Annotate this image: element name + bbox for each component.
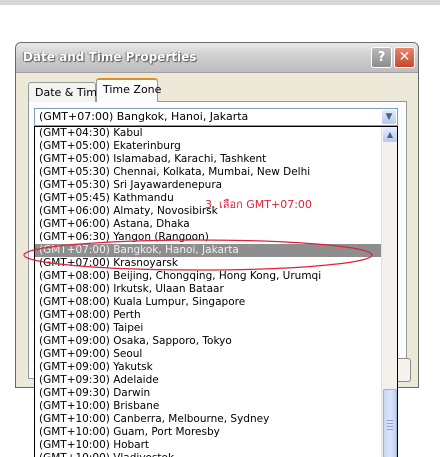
time-zone-option[interactable]: (GMT+10:00) Vladivostok [35,452,381,457]
help-icon: ? [377,50,386,65]
annotation-instruction: 3. เลือก GMT+07:00 [205,198,312,211]
time-zone-option[interactable]: (GMT+09:00) Osaka, Sapporo, Tokyo [35,335,381,348]
time-zone-option[interactable]: (GMT+10:00) Canberra, Melbourne, Sydney [35,413,381,426]
chevron-up-icon[interactable]: ▲ [383,128,397,142]
grip-line [387,423,393,424]
help-button[interactable]: ? [371,47,392,68]
grip-line [387,420,393,421]
time-zone-option[interactable]: (GMT+08:00) Taipei [35,322,381,335]
time-zone-option[interactable]: (GMT+05:00) Islamabad, Karachi, Tashkent [35,153,381,166]
time-zone-dropdown-list[interactable]: (GMT+04:30) Kabul (GMT+05:00) Ekaterinbur… [34,126,398,457]
background-dialog-button-edge [398,358,411,382]
time-zone-option[interactable]: (GMT+09:00) Yakutsk [35,361,381,374]
tab-date-and-time[interactable]: Date & Time [28,82,104,102]
time-zone-option[interactable]: (GMT+05:30) Sri Jayawardenepura [35,179,381,192]
time-zone-option[interactable]: (GMT+06:00) Astana, Dhaka [35,218,381,231]
tab-time-zone[interactable]: Time Zone [96,78,161,102]
time-zone-option[interactable]: (GMT+08:00) Kuala Lumpur, Singapore [35,296,381,309]
time-zone-option[interactable]: (GMT+05:00) Ekaterinburg [35,140,381,153]
time-zone-option[interactable]: (GMT+09:30) Adelaide [35,374,381,387]
window-title: Date and Time Properties [23,50,197,64]
dropdown-scrollbar[interactable]: ▲ [381,127,397,457]
background-toolbar-strip [0,0,440,5]
time-zone-options: (GMT+04:30) Kabul (GMT+05:00) Ekaterinbur… [35,127,381,457]
time-zone-option[interactable]: (GMT+05:30) Chennai, Kolkata, Mumbai, Ne… [35,166,381,179]
chevron-down-icon[interactable]: ▼ [382,110,396,124]
scrollbar-thumb[interactable] [383,389,397,457]
time-zone-select-value: (GMT+07:00) Bangkok, Hanoi, Jakarta [39,110,249,123]
time-zone-select[interactable]: (GMT+07:00) Bangkok, Hanoi, Jakarta ▼ [34,108,398,126]
time-zone-option[interactable]: (GMT+10:00) Brisbane [35,400,381,413]
title-bar: Date and Time Properties ? ✕ [16,43,418,73]
time-zone-option[interactable]: (GMT+09:30) Darwin [35,387,381,400]
annotation-highlight-ellipse [23,239,373,271]
time-zone-option[interactable]: (GMT+10:00) Guam, Port Moresby [35,426,381,439]
grip-line [387,426,393,427]
grip-line [387,429,393,430]
time-zone-option[interactable]: (GMT+09:00) Seoul [35,348,381,361]
time-zone-option[interactable]: (GMT+10:00) Hobart [35,439,381,452]
close-icon: ✕ [398,49,411,65]
time-zone-option[interactable]: (GMT+08:00) Irkutsk, Ulaan Bataar [35,283,381,296]
close-button[interactable]: ✕ [394,47,415,68]
time-zone-option[interactable]: (GMT+04:30) Kabul [35,127,381,140]
time-zone-option[interactable]: (GMT+08:00) Perth [35,309,381,322]
